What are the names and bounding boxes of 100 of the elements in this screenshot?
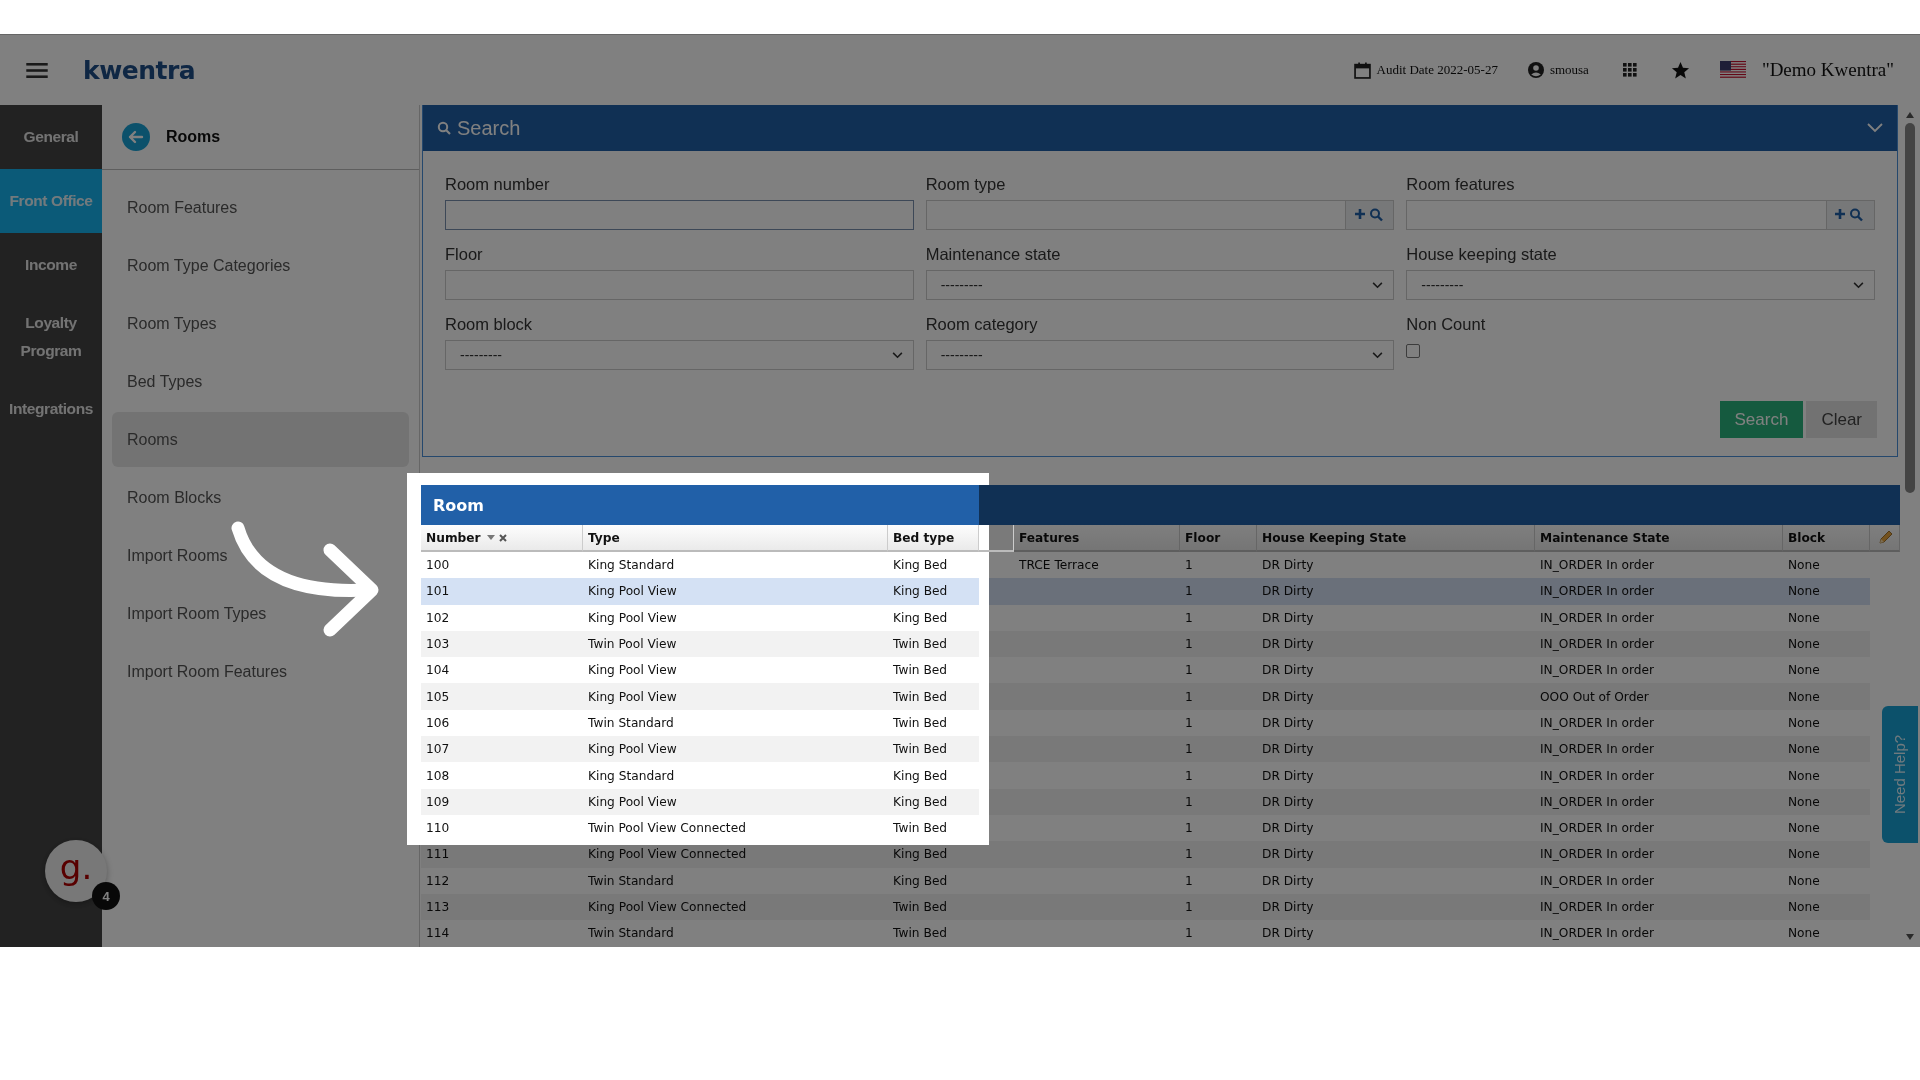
menu-icon[interactable] [26,62,48,78]
table-cell: None [1788,847,1820,862]
table-cell: King Pool View Connected [588,847,747,862]
table-cell: None [1788,768,1820,783]
table-cell: Twin Standard [588,926,674,941]
column-header[interactable]: Maintenance State [1535,525,1783,552]
table-cell: 111 [426,847,450,862]
plus-search-icon [1354,208,1385,222]
logo[interactable]: kwentra [83,55,196,85]
table-cell: King Standard [588,558,675,573]
user-name[interactable]: smousa [1549,62,1589,78]
submenu-item[interactable]: Room Types [112,296,409,351]
table-cell: IN_ORDER In order [1540,768,1654,783]
table-cell: Twin Pool View Connected [588,821,746,836]
table-cell: 110 [426,821,450,836]
field-label: Room type [925,175,1007,194]
table-cell: 1 [1185,821,1193,836]
column-header[interactable]: House Keeping State [1257,525,1535,552]
sidebar-item[interactable]: General [0,105,102,169]
table-cell: IN_ORDER In order [1540,558,1654,573]
table-cell: IN_ORDER In order [1540,610,1654,625]
table-cell: None [1788,742,1820,757]
submenu-item[interactable]: Import Room Types [112,586,409,641]
column-header[interactable]: Block [1783,525,1870,552]
table-cell: Twin Bed [893,821,947,836]
sidebar-item[interactable]: Loyalty Program [0,297,102,377]
table-row[interactable]: 101 King Pool View King Bed 1 DR Dirty IN_ORDER In order None [421,578,1870,605]
table-cell: Twin Bed [893,900,947,914]
scroll-up-icon[interactable] [1905,111,1915,119]
column-header[interactable]: Number [421,525,583,552]
submenu-item[interactable]: Room Features [112,180,409,235]
table-cell: 107 [426,742,450,757]
table-cell: 1 [1185,558,1193,573]
table-row[interactable]: 103 Twin Pool View Twin Bed 1 DR Dirty IN_ORDER In order None [421,630,1870,658]
table-row[interactable]: 107 King Pool View Twin Bed 1 DR Dirty IN_ORDER In order None [421,736,1870,763]
table-cell: Twin Standard [588,715,674,730]
sidebar-item[interactable]: Integrations [0,377,102,441]
input-field[interactable] [1406,200,1827,230]
table-cell: DR Dirty [1262,610,1314,625]
input-field[interactable] [445,270,914,300]
back-icon[interactable] [122,123,150,151]
table-row[interactable]: 111 King Pool View Connected King Bed 1 DR Dirty IN_ORDER In order None [421,841,1870,868]
table-row[interactable]: 113 King Pool View Connected Twin Bed 1 DR Dirty IN_ORDER In order None [421,893,1870,921]
chevron-down-icon[interactable] [1867,123,1883,133]
header-cell [979,525,1014,552]
submenu-item[interactable]: Import Rooms [112,528,409,583]
sidebar-item[interactable]: Income [0,233,102,297]
select-field[interactable]: --------- [925,340,1395,370]
sort-caret-icon[interactable] [485,533,496,542]
column-header[interactable]: Bed type [888,525,979,552]
table-cell: 109 [426,794,450,809]
select-field[interactable]: --------- [1406,270,1875,300]
apps-grid-icon[interactable] [1622,63,1637,77]
search-title: Search [457,116,521,140]
table-cell: 114 [426,926,450,941]
table-cell: DR Dirty [1262,794,1314,809]
star-icon[interactable] [1670,60,1690,80]
table-cell: None [1788,873,1820,888]
table-cell: None [1788,794,1820,809]
submenu-item[interactable]: Room Blocks [112,470,409,525]
table-cell: Twin Bed [893,663,947,678]
submenu-item[interactable]: Rooms [112,412,409,467]
input-field[interactable] [445,200,914,230]
scroll-down-icon[interactable] [1905,933,1915,941]
column-header[interactable]: Type [583,525,888,552]
table-cell: IN_ORDER In order [1540,900,1654,914]
table-cell: DR Dirty [1262,926,1314,941]
select-field[interactable]: --------- [925,270,1395,300]
table-cell: King Bed [893,584,948,599]
flag-icon[interactable] [1719,61,1746,79]
table-cell: King Standard [588,768,675,783]
table-cell: 106 [426,715,450,730]
clear-button[interactable]: Clear [1806,401,1877,438]
table-cell: 105 [426,689,450,704]
checkbox[interactable] [1406,344,1421,358]
table-cell: DR Dirty [1262,689,1314,704]
select-field[interactable]: --------- [445,340,914,370]
table-cell: King Pool View [588,663,677,678]
pencil-icon[interactable] [1876,529,1893,546]
add-search-button[interactable] [1827,200,1875,230]
field-label: Non Count [1406,315,1487,334]
submenu-item[interactable]: Room Type Categories [112,238,409,293]
table-cell: 1 [1185,637,1193,652]
submenu-item[interactable]: Import Room Features [112,644,409,699]
table-cell: OOO Out of Order [1540,689,1649,704]
company-name[interactable]: "Demo Kwentra" [1761,59,1894,81]
table-cell: Twin Bed [893,926,947,941]
table-row[interactable]: 105 King Pool View Twin Bed 1 DR Dirty OOO Out of Order None [421,683,1870,710]
add-search-button[interactable] [1346,200,1395,230]
scrollbar-thumb[interactable] [1905,123,1915,493]
table-cell: Twin Pool View [588,637,677,652]
table-row[interactable]: 109 King Pool View King Bed 1 DR Dirty IN_ORDER In order None [421,788,1870,815]
table-cell: 1 [1185,794,1193,809]
column-header[interactable]: Floor [1180,525,1257,552]
input-field[interactable] [925,200,1347,230]
table-cell: IN_ORDER In order [1540,663,1654,678]
column-header[interactable]: Features [1014,525,1180,552]
close-icon[interactable] [498,533,507,542]
user-icon[interactable] [1527,62,1544,78]
submenu-item[interactable]: Bed Types [112,354,409,409]
